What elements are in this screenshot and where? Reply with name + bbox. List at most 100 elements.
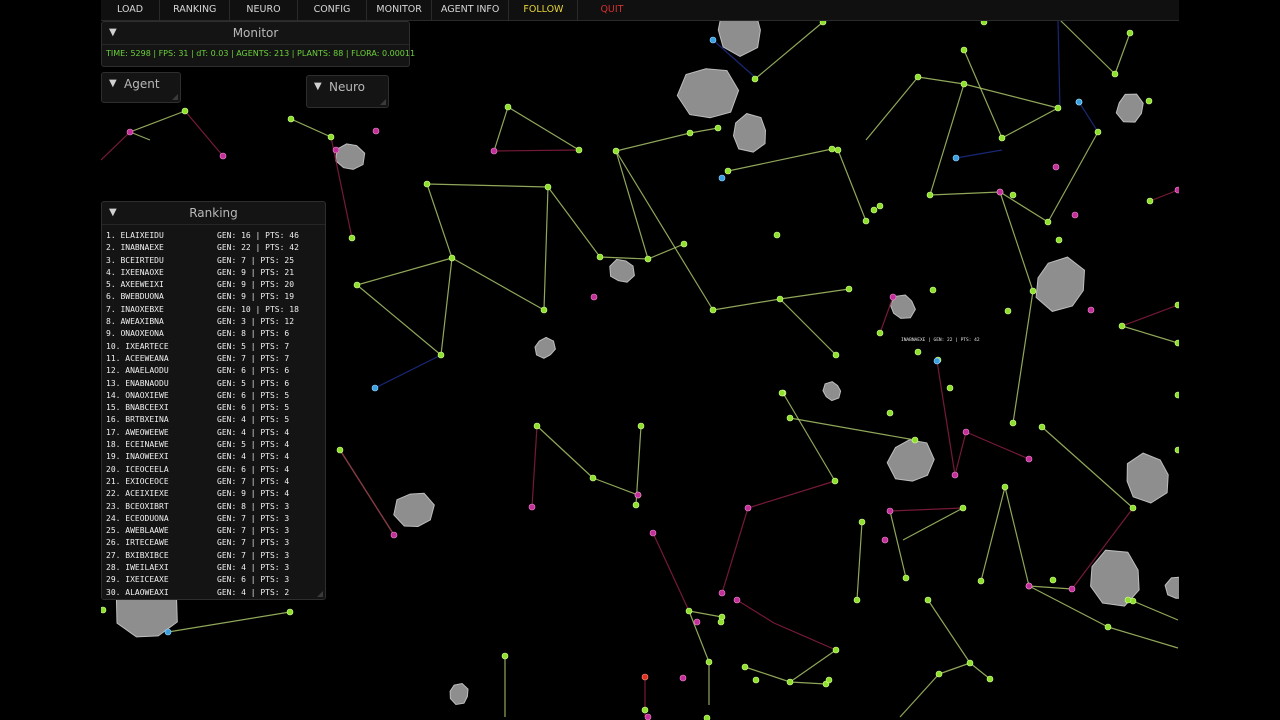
agent-link xyxy=(954,431,967,476)
ranking-stats: GEN: 4 | PTS: 4 xyxy=(217,427,290,437)
ranking-row[interactable]: 26. IRTECEAWE GEN: 7 | PTS: 3 xyxy=(106,537,299,549)
ranking-position: 24. xyxy=(106,513,121,523)
ranking-row[interactable]: 22. ACEIXIEXE GEN: 9 | PTS: 4 xyxy=(106,488,299,500)
resize-grip-icon[interactable] xyxy=(172,94,178,100)
ranking-row[interactable]: 29. IXEICEAXE GEN: 6 | PTS: 3 xyxy=(106,574,299,586)
ranking-agent-name: 29. IXEICEAXE xyxy=(106,574,217,586)
ranking-position: 22. xyxy=(106,489,121,499)
ranking-row[interactable]: 6. BWEBDUONA GEN: 9 | PTS: 19 xyxy=(106,291,299,303)
neuro-panel-header[interactable]: ▼ Neuro xyxy=(307,76,388,98)
ranking-row[interactable]: 7. INAOXEBXE GEN: 10 | PTS: 18 xyxy=(106,304,299,316)
ranking-row[interactable]: 21. EXIOCEOCE GEN: 7 | PTS: 4 xyxy=(106,476,299,488)
ranking-row[interactable]: 16. BRTBXEINA GEN: 4 | PTS: 5 xyxy=(106,414,299,426)
ranking-row[interactable]: 9. ONAOXEONA GEN: 8 | PTS: 6 xyxy=(106,328,299,340)
plant-node xyxy=(876,202,884,210)
resize-grip-icon[interactable] xyxy=(317,591,323,597)
menu-quit[interactable]: QUIT xyxy=(578,0,645,20)
plant-node xyxy=(946,384,954,392)
ranking-row[interactable]: 23. BCEOXIBRT GEN: 8 | PTS: 3 xyxy=(106,501,299,513)
plant-node xyxy=(1004,307,1012,315)
collapse-triangle-icon[interactable]: ▼ xyxy=(109,73,117,95)
ranking-row[interactable]: 10. IXEARTECE GEN: 5 | PTS: 7 xyxy=(106,341,299,353)
plant-node xyxy=(327,133,335,141)
agent-link xyxy=(980,486,1006,582)
ranking-stats: GEN: 5 | PTS: 7 xyxy=(217,341,290,351)
ranking-row[interactable]: 5. AXEEWEIXI GEN: 9 | PTS: 20 xyxy=(106,279,299,291)
agent-link xyxy=(865,76,919,141)
ranking-agent-name: 12. ANAELAODU xyxy=(106,365,217,377)
ranking-name: ONAOXEONA xyxy=(120,329,164,339)
ranking-agent-name: 16. BRTBXEINA xyxy=(106,414,217,426)
plant-node xyxy=(705,658,713,666)
ranking-row[interactable]: 15. BNABCEEXI GEN: 6 | PTS: 5 xyxy=(106,402,299,414)
collapse-triangle-icon[interactable]: ▼ xyxy=(314,76,322,98)
ranking-row[interactable]: 30. ALAOWEAXI GEN: 4 | PTS: 2 xyxy=(106,587,299,599)
ranking-row[interactable]: 24. ECEODUONA GEN: 7 | PTS: 3 xyxy=(106,513,299,525)
menu-config[interactable]: CONFIG xyxy=(298,0,368,20)
ranking-name: AXEEWEIXI xyxy=(120,280,164,290)
menu-load[interactable]: LOAD xyxy=(101,0,161,20)
agent-node xyxy=(1068,585,1076,593)
ranking-row[interactable]: 28. IWEILAEXI GEN: 4 | PTS: 3 xyxy=(106,562,299,574)
ranking-row[interactable]: 12. ANAELAODU GEN: 6 | PTS: 6 xyxy=(106,365,299,377)
plant-node xyxy=(786,414,794,422)
agent-node xyxy=(744,504,752,512)
ranking-row[interactable]: 20. ICEOCEELA GEN: 6 | PTS: 4 xyxy=(106,464,299,476)
ranking-row[interactable]: 19. INAOWEEXI GEN: 4 | PTS: 4 xyxy=(106,451,299,463)
agent-link xyxy=(688,610,723,618)
ranking-agent-name: 17. AWEOWEEWE xyxy=(106,427,217,439)
agent-link xyxy=(1001,107,1059,139)
agent-link xyxy=(356,257,453,286)
agent-node xyxy=(126,128,134,136)
ranking-agent-name: 14. ONAOXIEWE xyxy=(106,390,217,402)
ranking-agent-name: 19. INAOWEEXI xyxy=(106,451,217,463)
plant-node xyxy=(845,285,853,293)
ranking-stats: GEN: 9 | PTS: 4 xyxy=(217,489,290,499)
monitor-panel-header[interactable]: ▼ Monitor xyxy=(102,22,409,45)
ranking-row[interactable]: 18. ECEINAEWE GEN: 5 | PTS: 4 xyxy=(106,439,299,451)
plant-node xyxy=(1104,623,1112,631)
ranking-stats: GEN: 7 | PTS: 3 xyxy=(217,538,290,548)
ranking-row[interactable]: 27. BXIBXIBCE GEN: 7 | PTS: 3 xyxy=(106,550,299,562)
plant-node xyxy=(637,422,645,430)
agent-link xyxy=(1041,426,1134,509)
agent-link xyxy=(879,296,894,334)
ranking-row[interactable]: 8. AWEAXIBNA GEN: 3 | PTS: 12 xyxy=(106,316,299,328)
agent-link xyxy=(543,186,549,311)
rock-obstacle xyxy=(534,336,556,359)
ranking-position: 18. xyxy=(106,440,121,450)
menu-monitor[interactable]: MONITOR xyxy=(367,0,432,20)
menu-neuro[interactable]: NEURO xyxy=(230,0,298,20)
agent-link xyxy=(290,118,332,138)
agent-node xyxy=(649,529,657,537)
agent-panel-header[interactable]: ▼ Agent xyxy=(102,73,180,95)
ranking-row[interactable]: 2. INABNAEXE GEN: 22 | PTS: 42 xyxy=(106,242,299,254)
ranking-position: 8. xyxy=(106,317,116,327)
ranking-row[interactable]: 13. ENABNAODU GEN: 5 | PTS: 6 xyxy=(106,378,299,390)
agent-link xyxy=(936,360,956,476)
agent-link xyxy=(721,507,749,594)
collapse-triangle-icon[interactable]: ▼ xyxy=(109,22,117,44)
ranking-row[interactable]: 25. AWEBLAAWE GEN: 7 | PTS: 3 xyxy=(106,525,299,537)
ranking-row[interactable]: 14. ONAOXIEWE GEN: 6 | PTS: 5 xyxy=(106,390,299,402)
ranking-row[interactable]: 11. ACEEWEANA GEN: 7 | PTS: 7 xyxy=(106,353,299,365)
plant-node xyxy=(1129,504,1137,512)
plant-node xyxy=(1009,419,1017,427)
menu-ranking[interactable]: RANKING xyxy=(160,0,231,20)
agent-link xyxy=(1057,19,1061,111)
menu-follow[interactable]: FOLLOW xyxy=(509,0,579,20)
ranking-position: 11. xyxy=(106,353,121,363)
ranking-row[interactable]: 17. AWEOWEEWE GEN: 4 | PTS: 4 xyxy=(106,427,299,439)
collapse-triangle-icon[interactable]: ▼ xyxy=(109,202,117,224)
ranking-row[interactable]: 1. ELAIXEIDU GEN: 16 | PTS: 46 xyxy=(106,230,299,242)
agent-link xyxy=(615,150,714,311)
agent-link xyxy=(184,110,224,157)
ranking-agent-name: 28. IWEILAEXI xyxy=(106,562,217,574)
plant-node xyxy=(832,646,840,654)
ranking-row[interactable]: 4. IXEENAOXE GEN: 9 | PTS: 21 xyxy=(106,267,299,279)
ranking-row[interactable]: 3. BCEIRTEDU GEN: 7 | PTS: 25 xyxy=(106,255,299,267)
resize-grip-icon[interactable] xyxy=(380,99,386,105)
menu-agent-info[interactable]: AGENT INFO xyxy=(432,0,510,20)
ranking-position: 21. xyxy=(106,476,121,486)
ranking-panel-header[interactable]: ▼ Ranking xyxy=(102,202,325,225)
